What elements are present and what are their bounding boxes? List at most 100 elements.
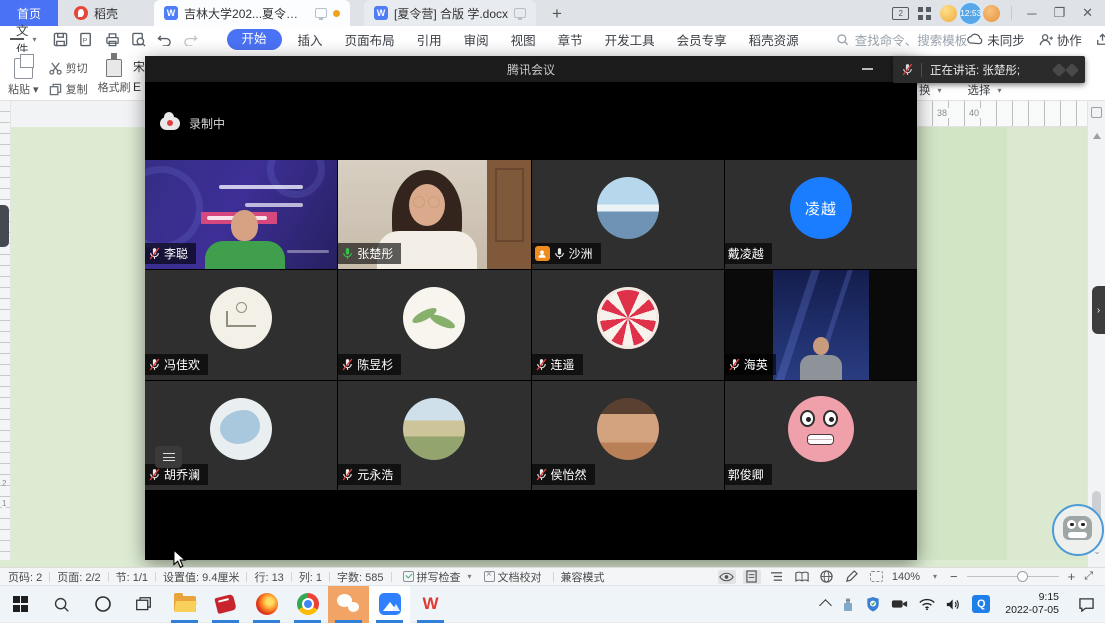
convert-dropdown[interactable]: 换 ▾: [919, 82, 946, 98]
user-avatar[interactable]: [983, 5, 1000, 22]
status-field[interactable]: 设置值: 9.4厘米: [163, 569, 239, 585]
status-field[interactable]: 页码: 2: [8, 569, 42, 585]
restore-button[interactable]: ❐: [1049, 5, 1069, 21]
close-button[interactable]: ✕: [1078, 5, 1097, 21]
participant-tile-9[interactable]: 胡乔澜: [145, 381, 337, 490]
status-field[interactable]: 字数: 585: [337, 569, 383, 585]
participant-tile-4[interactable]: 凌越戴凌越: [725, 160, 917, 269]
document-page-right[interactable]: [917, 127, 1007, 568]
tray-chevron-up-icon[interactable]: [821, 598, 830, 610]
ribbon-tab[interactable]: 页面布局: [334, 30, 406, 49]
save-icon[interactable]: [53, 32, 68, 47]
collaborate-button[interactable]: 协作: [1039, 30, 1082, 49]
participant-tile-7[interactable]: 连遥: [532, 270, 724, 379]
ribbon-tab[interactable]: 稻壳资源: [738, 30, 810, 49]
cut-button[interactable]: 剪切: [49, 60, 88, 76]
vertical-scrollbar[interactable]: ⌄⌄: [1087, 101, 1105, 567]
new-tab-button[interactable]: +: [552, 5, 562, 22]
meeting-window[interactable]: 腾讯会议 录制中 李聪张楚彤沙洲凌越戴凌越冯佳欢陈昱杉连遥海英胡乔澜元永浩侯怡然…: [145, 56, 917, 560]
preview-icon[interactable]: [131, 32, 146, 47]
side-panel-expander[interactable]: ›: [1092, 286, 1105, 334]
tab-document-2[interactable]: W [夏令营] 合版 学.docx: [364, 0, 536, 26]
ribbon-tab[interactable]: 会员专享: [666, 30, 738, 49]
taskbar-clock[interactable]: 9:15 2022-07-05: [1005, 591, 1059, 617]
scroll-up-arrow[interactable]: [1093, 133, 1101, 139]
vip-badge-icon[interactable]: [940, 5, 957, 22]
left-panel-handle[interactable]: [0, 205, 9, 247]
copy-button[interactable]: 复制: [49, 81, 88, 97]
share-button[interactable]: 分享: [1096, 30, 1105, 49]
ribbon-tab[interactable]: 视图: [500, 30, 547, 49]
taskbar-reader-icon[interactable]: [205, 586, 246, 623]
document-page-right-margin[interactable]: [1007, 127, 1087, 568]
zoom-out-button[interactable]: −: [950, 569, 958, 584]
meeting-title-bar[interactable]: 腾讯会议: [145, 56, 917, 82]
undo-icon[interactable]: [157, 33, 172, 46]
taskbar-file-explorer-icon[interactable]: [164, 586, 205, 623]
ribbon-tab[interactable]: 章节: [547, 30, 594, 49]
fit-page-icon[interactable]: [870, 571, 883, 582]
taskbar-chrome-icon[interactable]: [287, 586, 328, 623]
ribbon-tab[interactable]: 插入: [287, 30, 334, 49]
font-row-partial[interactable]: E: [133, 80, 141, 94]
tab-docer[interactable]: 稻壳: [58, 0, 140, 26]
spell-check-toggle[interactable]: 拼写检查▾: [403, 569, 476, 585]
paste-button[interactable]: 粘贴 ▾: [8, 56, 39, 97]
document-page-left[interactable]: [11, 127, 145, 568]
tray-usb-icon[interactable]: [841, 597, 855, 612]
zoom-slider-knob[interactable]: [1017, 571, 1028, 582]
sync-status[interactable]: 未同步: [967, 30, 1025, 49]
taskbar-start-icon[interactable]: [0, 586, 41, 623]
web-view-icon[interactable]: [818, 570, 836, 584]
ribbon-tab[interactable]: 开发工具: [594, 30, 666, 49]
ribbon-tab[interactable]: 引用: [406, 30, 453, 49]
taskbar-task-view-icon[interactable]: [123, 586, 164, 623]
font-name-partial[interactable]: 宋: [133, 58, 145, 75]
meeting-minimize-button[interactable]: [862, 68, 873, 70]
status-field[interactable]: 页面: 2/2: [57, 569, 100, 585]
command-search[interactable]: 查找命令、搜索模板: [836, 30, 968, 49]
proofread-button[interactable]: 文档校对: [484, 569, 542, 585]
ribbon-tab[interactable]: 开始: [227, 29, 282, 50]
outline-view-icon[interactable]: [768, 570, 786, 584]
eye-protection-icon[interactable]: [718, 570, 736, 584]
participant-tile-11[interactable]: 侯怡然: [532, 381, 724, 490]
taskbar-cortana-icon[interactable]: [82, 586, 123, 623]
tray-wifi-icon[interactable]: [919, 598, 935, 611]
status-field[interactable]: 列: 1: [299, 569, 322, 585]
apps-grid-icon[interactable]: [918, 7, 931, 20]
minimize-button[interactable]: ─: [1023, 6, 1040, 21]
tray-input-q-icon[interactable]: Q: [972, 595, 990, 613]
taskbar-wechat-icon[interactable]: [328, 586, 369, 623]
assistant-floating-icon[interactable]: [1052, 504, 1104, 556]
participant-tile-8[interactable]: 海英: [725, 270, 917, 379]
participant-tile-3[interactable]: 沙洲: [532, 160, 724, 269]
export-icon[interactable]: P: [79, 32, 94, 47]
tab-home[interactable]: 首页: [0, 0, 58, 26]
participant-tile-10[interactable]: 元永浩: [338, 381, 530, 490]
format-painter-button[interactable]: 格式刷: [98, 56, 131, 95]
participant-tile-1[interactable]: 李聪: [145, 160, 337, 269]
participant-tile-12[interactable]: 郭俊卿: [725, 381, 917, 490]
status-field[interactable]: 行: 13: [254, 569, 283, 585]
fullscreen-icon[interactable]: ⤢: [1084, 570, 1091, 583]
tray-security-icon[interactable]: [866, 596, 880, 612]
reader-view-icon[interactable]: [793, 570, 811, 584]
ruler-toggle-icon[interactable]: [1091, 107, 1102, 118]
select-dropdown[interactable]: 选择 ▾: [968, 82, 1006, 98]
participant-tile-5[interactable]: 冯佳欢: [145, 270, 337, 379]
taskbar-wps-icon[interactable]: W: [410, 586, 451, 623]
ink-edit-icon[interactable]: [843, 570, 861, 584]
page-view-icon[interactable]: [743, 570, 761, 584]
redo-icon[interactable]: [183, 33, 198, 46]
taskbar-firefox-icon[interactable]: [246, 586, 287, 623]
zoom-in-button[interactable]: +: [1068, 569, 1076, 584]
participant-tile-2[interactable]: 张楚彤: [338, 160, 530, 269]
taskbar-search-icon[interactable]: [41, 586, 82, 623]
window-count-icon[interactable]: 2: [892, 7, 909, 20]
tray-recorder-icon[interactable]: [891, 598, 908, 610]
ribbon-tab[interactable]: 审阅: [453, 30, 500, 49]
zoom-level[interactable]: 140%: [892, 571, 920, 583]
notification-icon[interactable]: [1078, 597, 1095, 612]
status-field[interactable]: 节: 1/1: [116, 569, 148, 585]
